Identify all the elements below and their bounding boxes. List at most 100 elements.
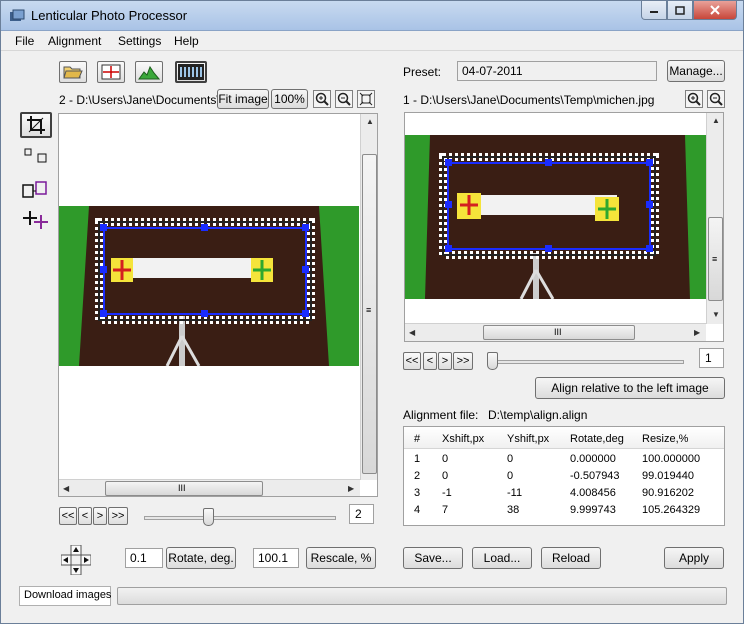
- cell-xshift: 0: [442, 453, 449, 465]
- histogram-button[interactable]: [135, 61, 163, 83]
- zoom-out-icon: [709, 92, 723, 106]
- alignment-file-path: D:\temp\align.align: [488, 408, 588, 422]
- left-last-button[interactable]: >>: [108, 507, 128, 525]
- close-button[interactable]: [693, 1, 737, 20]
- crosshair-button[interactable]: [97, 61, 125, 83]
- resize-tool-button[interactable]: [22, 146, 50, 166]
- left-next-button[interactable]: >: [93, 507, 107, 525]
- right-photo-drawing: [405, 135, 707, 299]
- table-row[interactable]: 2 0 0 -0.507943 99.019440: [404, 470, 724, 487]
- right-frame-count: 1: [699, 348, 724, 368]
- left-horizontal-scrollbar[interactable]: ◀ III ▶: [59, 479, 360, 496]
- right-frame-slider-thumb[interactable]: [487, 352, 498, 370]
- column-header-resize[interactable]: Resize,%: [642, 433, 688, 445]
- status-bar: Download images: [1, 583, 743, 623]
- right-zoom-out-button[interactable]: [707, 90, 725, 108]
- left-image-path: 2 - D:\Users\Jane\Documents\Temp: [59, 93, 217, 107]
- left-vscroll-grip: ≡: [366, 305, 372, 315]
- cell-resize: 99.019440: [642, 470, 694, 482]
- left-vertical-scrollbar[interactable]: ▲ ≡: [360, 114, 377, 480]
- align-icon: [22, 181, 47, 198]
- left-zoom-out-button[interactable]: [335, 90, 353, 108]
- cell-xshift: -1: [442, 487, 452, 499]
- right-horizontal-scrollbar[interactable]: ◀ III ▶: [405, 323, 706, 341]
- cell-yshift: -11: [507, 487, 523, 499]
- column-header-rotate[interactable]: Rotate,deg: [570, 433, 624, 445]
- right-next-button[interactable]: >: [438, 352, 452, 370]
- fit-view-button[interactable]: [357, 90, 375, 108]
- crop-icon: [27, 116, 45, 134]
- left-zoom-in-button[interactable]: [313, 90, 331, 108]
- right-prev-button[interactable]: <: [423, 352, 437, 370]
- left-photo: [59, 206, 359, 366]
- crosshair-icon: [101, 64, 121, 80]
- title-bar[interactable]: Lenticular Photo Processor: [1, 1, 743, 31]
- cell-rotate: 0.000000: [570, 453, 616, 465]
- column-header-yshift[interactable]: Yshift,px: [507, 433, 549, 445]
- open-button[interactable]: [59, 61, 87, 83]
- cell-rotate: -0.507943: [570, 470, 620, 482]
- rescale-button[interactable]: Rescale, %: [306, 547, 376, 569]
- right-frame-slider[interactable]: [488, 360, 684, 364]
- cell-resize: 105.264329: [642, 504, 701, 516]
- menu-alignment[interactable]: Alignment: [48, 34, 101, 48]
- align-tool-button[interactable]: [20, 179, 50, 201]
- left-hscroll-thumb[interactable]: III: [105, 481, 263, 496]
- reload-button[interactable]: Reload: [541, 547, 601, 569]
- save-button[interactable]: Save...: [403, 547, 463, 569]
- cell-resize: 100.000000: [642, 453, 701, 465]
- crop-tool-button[interactable]: [20, 112, 52, 138]
- manage-button[interactable]: Manage...: [667, 60, 725, 82]
- preset-field[interactable]: 04-07-2011: [457, 61, 657, 81]
- table-row[interactable]: 3 -1 -11 4.008456 90.916202: [404, 487, 724, 504]
- load-button[interactable]: Load...: [472, 547, 532, 569]
- zoom-100-button[interactable]: 100%: [271, 89, 308, 109]
- rotate-input[interactable]: 0.1: [125, 548, 163, 568]
- menu-file[interactable]: File: [15, 34, 34, 48]
- rotate-button[interactable]: Rotate, deg.: [166, 547, 236, 569]
- left-frame-slider-thumb[interactable]: [203, 508, 214, 526]
- cross-icon: [23, 211, 48, 229]
- minimize-button[interactable]: [641, 1, 667, 20]
- right-image-path: 1 - D:\Users\Jane\Documents\Temp\michen.…: [403, 93, 655, 107]
- table-row[interactable]: 1 0 0 0.000000 100.000000: [404, 453, 724, 470]
- right-first-button[interactable]: <<: [403, 352, 421, 370]
- fit-image-button[interactable]: Fit image: [217, 89, 269, 109]
- column-header-xshift[interactable]: Xshift,px: [442, 433, 484, 445]
- left-vscroll-thumb[interactable]: ≡: [362, 154, 377, 474]
- cell-index: 3: [414, 487, 421, 499]
- move-arrows-icon: [60, 544, 92, 576]
- right-vertical-scrollbar[interactable]: ▲ ≡ ▼: [706, 113, 723, 324]
- right-image-viewport[interactable]: ▲ ≡ ▼ ◀ III ▶: [404, 112, 724, 342]
- move-arrows[interactable]: [60, 544, 92, 576]
- right-zoom-in-button[interactable]: [685, 90, 703, 108]
- table-row[interactable]: 4 7 38 9.999743 105.264329: [404, 504, 724, 521]
- right-vscroll-thumb[interactable]: ≡: [708, 217, 723, 301]
- cross-tool-button[interactable]: [22, 209, 50, 231]
- left-first-button[interactable]: <<: [59, 507, 77, 525]
- alignment-table[interactable]: # Xshift,px Yshift,px Rotate,deg Resize,…: [403, 426, 725, 526]
- cell-xshift: 0: [442, 470, 449, 482]
- cell-index: 2: [414, 470, 421, 482]
- left-image-viewport[interactable]: ▲ ≡ ◀ III ▶: [58, 113, 378, 497]
- left-prev-button[interactable]: <: [78, 507, 92, 525]
- right-hscroll-thumb[interactable]: III: [483, 325, 635, 340]
- minimize-icon: [650, 11, 658, 13]
- left-frame-slider[interactable]: [144, 516, 336, 520]
- histogram-icon: [138, 65, 160, 80]
- menu-settings[interactable]: Settings: [118, 34, 161, 48]
- zoom-in-icon: [315, 92, 329, 106]
- apply-button[interactable]: Apply: [664, 547, 724, 569]
- column-header-index[interactable]: #: [414, 433, 420, 445]
- cell-index: 4: [414, 504, 421, 516]
- rescale-input[interactable]: 100.1: [253, 548, 299, 568]
- align-relative-button[interactable]: Align relative to the left image: [535, 377, 725, 399]
- film-strip-button[interactable]: [175, 61, 207, 83]
- right-last-button[interactable]: >>: [453, 352, 473, 370]
- resize-icon: [24, 148, 47, 163]
- right-hscroll-grip: III: [554, 327, 562, 337]
- maximize-button[interactable]: [667, 1, 693, 20]
- cell-yshift: 0: [507, 470, 514, 482]
- download-images-tab[interactable]: Download images: [19, 586, 111, 606]
- menu-help[interactable]: Help: [174, 34, 199, 48]
